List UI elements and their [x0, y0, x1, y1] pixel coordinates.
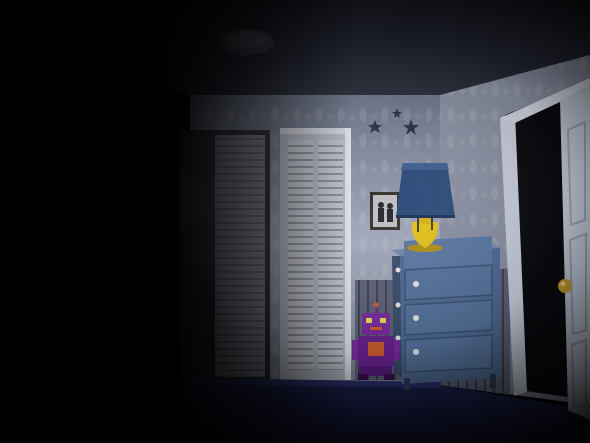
flashlight-vignette [0, 0, 590, 443]
bedroom-scene [0, 0, 590, 443]
scene-svg [0, 0, 590, 443]
